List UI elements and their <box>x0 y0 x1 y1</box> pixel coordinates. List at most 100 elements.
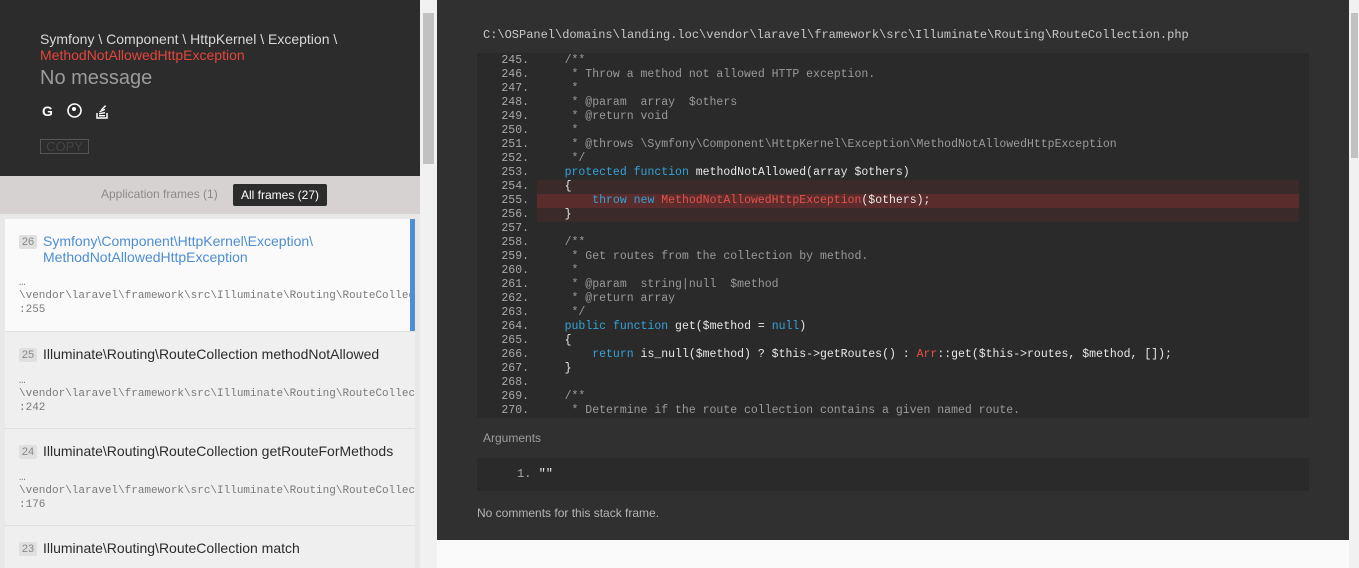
copy-button[interactable]: COPY <box>40 139 89 154</box>
no-comments-text: No comments for this stack frame. <box>477 506 660 520</box>
line-source: /** <box>537 390 586 403</box>
line-highlight <box>537 208 1299 222</box>
tab-all-frames[interactable]: All frames (27) <box>233 184 328 206</box>
line-number: 259. <box>501 250 529 263</box>
line-source: } <box>537 362 572 375</box>
code-line: 256. } <box>477 208 1309 222</box>
frame-item-26[interactable]: 26 Symfony\Component\HttpKernel\Exceptio… <box>5 219 415 332</box>
code-line: 250. * <box>477 124 1309 138</box>
code-line: 249. * @return void <box>477 110 1309 124</box>
frame-number: 23 <box>19 542 37 556</box>
line-number: 270. <box>501 404 529 417</box>
line-source: * Throw a method not allowed HTTP except… <box>537 68 876 81</box>
frame-path: \vendor\laravel\framework\src\Illuminate… <box>19 388 415 400</box>
frame-ellipsis: … <box>19 375 26 387</box>
line-number: 249. <box>501 110 529 123</box>
arguments-box: 1. "" <box>477 458 1309 491</box>
tab-application-frames[interactable]: Application frames (1) <box>101 187 218 201</box>
exception-class-name: MethodNotAllowedHttpException <box>40 47 245 63</box>
code-line: 260. * <box>477 264 1309 278</box>
line-number: 246. <box>501 68 529 81</box>
code-line: 248. * @param array $others <box>477 96 1309 110</box>
line-source: * @param array $others <box>537 96 738 109</box>
exception-class: Symfony \ Component \ HttpKernel \ Excep… <box>40 31 410 63</box>
line-number: 265. <box>501 334 529 347</box>
line-number: 257. <box>501 222 529 235</box>
line-source: */ <box>537 152 586 165</box>
line-source: return is_null($method) ? $this->getRout… <box>592 348 1172 361</box>
exception-namespace: Symfony \ Component \ HttpKernel \ Excep… <box>40 31 338 47</box>
argument-index: 1. <box>517 467 532 481</box>
line-source: protected function methodNotAllowed(arra… <box>564 166 910 179</box>
line-number: 250. <box>501 124 529 137</box>
frame-ellipsis: … <box>19 472 26 484</box>
code-line: 255. throw new MethodNotAllowedHttpExcep… <box>477 194 1309 208</box>
frame-item-25[interactable]: 25 Illuminate\Routing\RouteCollection me… <box>5 332 415 429</box>
line-number: 256. <box>501 208 529 221</box>
frame-line-number: :255 <box>19 304 46 316</box>
frame-title: Illuminate\Routing\RouteCollection match <box>43 540 300 556</box>
line-source: * <box>537 264 579 277</box>
duckduckgo-icon[interactable] <box>67 102 82 119</box>
left-scrollbar[interactable] <box>420 0 437 568</box>
line-number: 263. <box>501 306 529 319</box>
line-source: * @param string|null $method <box>537 278 779 291</box>
active-frame-indicator <box>410 219 415 331</box>
exception-message: No message <box>40 67 153 89</box>
line-source: { <box>537 334 572 347</box>
code-line: 265. { <box>477 334 1309 348</box>
line-source: /** <box>537 236 586 249</box>
bottom-strip <box>437 540 1349 568</box>
frame-number: 25 <box>19 348 37 362</box>
frame-item-24[interactable]: 24 Illuminate\Routing\RouteCollection ge… <box>5 429 415 526</box>
line-source: * <box>537 124 579 137</box>
line-source: * @throws \Symfony\Component\HttpKernel\… <box>537 138 1117 151</box>
line-number: 252. <box>501 152 529 165</box>
code-view: 245. /** 246. * Throw a method not allowe… <box>477 53 1309 418</box>
file-path[interactable]: C:\OSPanel\domains\landing.loc\vendor\la… <box>483 28 1189 42</box>
line-number: 261. <box>501 278 529 291</box>
line-number: 262. <box>501 292 529 305</box>
code-line: 251. * @throws \Symfony\Component\HttpKe… <box>477 138 1309 152</box>
arguments-label: Arguments <box>483 431 542 445</box>
line-number: 253. <box>501 166 529 179</box>
code-panel: C:\OSPanel\domains\landing.loc\vendor\la… <box>437 0 1349 540</box>
code-line: 267. } <box>477 362 1309 376</box>
line-source: throw new MethodNotAllowedHttpException(… <box>592 194 931 207</box>
code-line: 264. public function get($method = null) <box>477 320 1309 334</box>
code-line: 261. * @param string|null $method <box>477 278 1309 292</box>
code-line: 258. /** <box>477 236 1309 250</box>
frame-tabs: Application frames (1) All frames (27) <box>0 176 420 214</box>
code-line: 259. * Get routes from the collection by… <box>477 250 1309 264</box>
argument-item: 1. "" <box>517 467 553 481</box>
code-line: 263. */ <box>477 306 1309 320</box>
right-scrollbar-thumb[interactable] <box>1351 13 1358 158</box>
frame-item-23[interactable]: 23 Illuminate\Routing\RouteCollection ma… <box>5 526 415 568</box>
left-panel: Symfony \ Component \ HttpKernel \ Excep… <box>0 0 420 568</box>
code-line: 254. { <box>477 180 1309 194</box>
stackoverflow-icon[interactable] <box>94 102 109 119</box>
right-scrollbar[interactable] <box>1349 0 1359 568</box>
line-number: 264. <box>501 320 529 333</box>
exception-header: Symfony \ Component \ HttpKernel \ Excep… <box>0 0 420 176</box>
line-number: 248. <box>501 96 529 109</box>
frame-title: Illuminate\Routing\RouteCollection getRo… <box>43 443 394 459</box>
argument-value: "" <box>538 467 554 481</box>
code-line: 269. /** <box>477 390 1309 404</box>
frame-ellipsis: … <box>19 277 26 289</box>
line-number: 266. <box>501 348 529 361</box>
code-line: 247. * <box>477 82 1309 96</box>
line-source: /** <box>537 54 586 67</box>
line-highlight <box>537 180 1299 194</box>
frame-title: Symfony\Component\HttpKernel\Exception\ … <box>43 233 314 265</box>
line-number: 251. <box>501 138 529 151</box>
left-scrollbar-thumb[interactable] <box>423 13 434 164</box>
code-line: 246. * Throw a method not allowed HTTP e… <box>477 68 1309 82</box>
code-line: 245. /** <box>477 54 1309 68</box>
line-number: 245. <box>501 54 529 67</box>
google-icon[interactable]: G <box>40 102 55 119</box>
line-number: 258. <box>501 236 529 249</box>
code-line: 252. */ <box>477 152 1309 166</box>
frame-number: 24 <box>19 445 37 459</box>
line-number: 254. <box>501 180 529 193</box>
